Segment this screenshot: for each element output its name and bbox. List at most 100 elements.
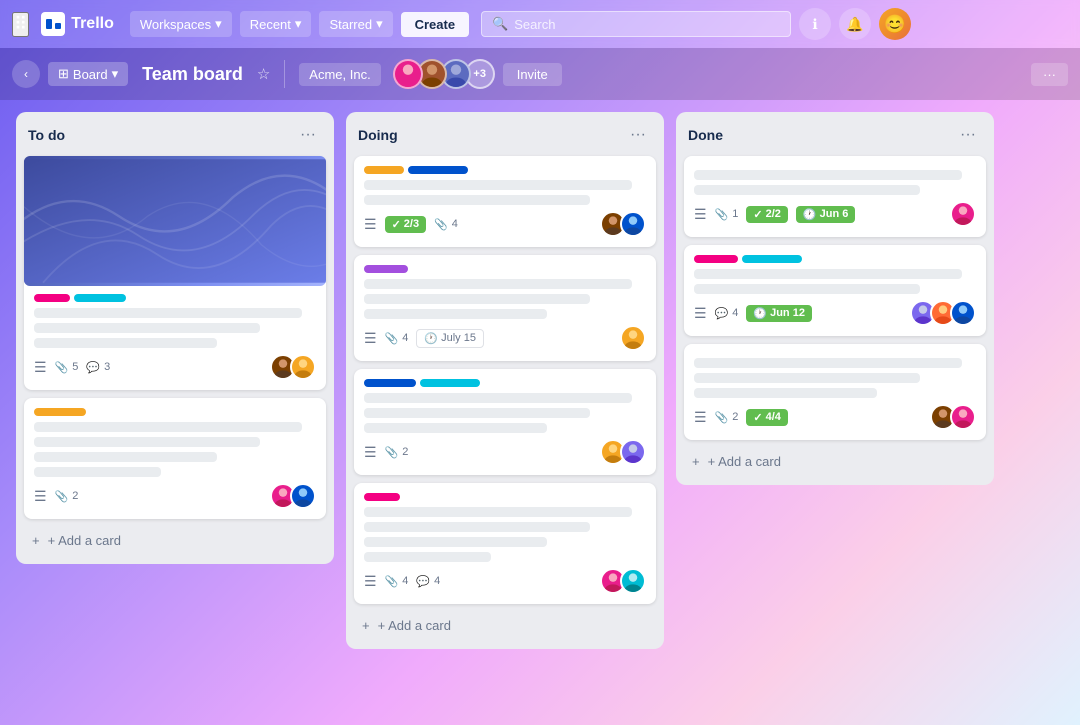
date-badge-green: 🕐Jun 12 — [746, 305, 812, 322]
card-done-3[interactable]: ☰ 📎2 ✓4/4 — [684, 344, 986, 440]
board-view-icon: ⊞ — [58, 66, 69, 82]
label-blue — [408, 166, 468, 174]
card-footer: ☰ 💬4 🕐Jun 12 — [694, 300, 976, 326]
comment-count: 💬3 — [86, 361, 110, 374]
card-todo-2[interactable]: ☰ 📎2 — [24, 398, 326, 519]
card-footer: ☰ 📎4 🕐July 15 — [364, 325, 646, 351]
card-done-1[interactable]: ☰ 📎1 ✓2/2 🕐Jun 6 — [684, 156, 986, 237]
invite-button[interactable]: Invite — [503, 63, 562, 86]
star-board-button[interactable]: ☆ — [257, 65, 270, 83]
column-todo: To do ··· — [16, 112, 334, 564]
card-text-line — [34, 437, 260, 447]
grid-menu-icon[interactable]: ⠿ — [12, 12, 29, 37]
add-card-button-done[interactable]: + + Add a card — [684, 448, 986, 475]
card-text-line — [694, 185, 920, 195]
card-avatars — [600, 211, 646, 237]
column-menu-doing[interactable]: ··· — [624, 124, 652, 146]
card-labels — [694, 255, 976, 263]
card-text-line — [34, 422, 302, 432]
label-yellow — [34, 408, 86, 416]
label-blue — [364, 379, 416, 387]
top-navigation: ⠿ Trello Workspaces ▾ Recent ▾ Starred ▾… — [0, 0, 1080, 48]
card-text-line — [364, 309, 547, 319]
workspaces-menu[interactable]: Workspaces ▾ — [130, 11, 232, 37]
card-avatar-3 — [950, 300, 976, 326]
recent-menu[interactable]: Recent ▾ — [240, 11, 312, 37]
card-text-line — [364, 408, 590, 418]
column-header-todo: To do ··· — [24, 122, 326, 148]
card-done-2[interactable]: ☰ 💬4 🕐Jun 12 — [684, 245, 986, 336]
card-footer: ☰ 📎2 ✓4/4 — [694, 404, 976, 430]
column-menu-done[interactable]: ··· — [954, 124, 982, 146]
search-input[interactable] — [514, 17, 780, 32]
card-todo-1[interactable]: ☰ 📎5 💬3 — [24, 156, 326, 390]
label-pink — [364, 493, 400, 501]
label-cyan — [74, 294, 126, 302]
card-avatars — [270, 354, 316, 380]
board-area: To do ··· — [0, 100, 1080, 725]
notification-icon[interactable]: 🔔 — [839, 8, 871, 40]
date-badge-green: 🕐Jun 6 — [796, 206, 855, 223]
card-text-line — [364, 195, 590, 205]
card-labels — [364, 265, 646, 273]
board-view-button[interactable]: ⊞ Board ▾ — [48, 62, 128, 86]
card-doing-4[interactable]: ☰ 📎4 💬4 — [354, 483, 656, 604]
card-text-line — [364, 180, 632, 190]
label-cyan — [420, 379, 480, 387]
date-badge: 🕐July 15 — [416, 329, 484, 348]
card-text-line — [34, 467, 161, 477]
card-avatar-2 — [620, 211, 646, 237]
label-pink — [694, 255, 738, 263]
menu-icon: ☰ — [364, 573, 377, 590]
workspace-chip[interactable]: Acme, Inc. — [299, 63, 380, 86]
card-avatars — [620, 325, 646, 351]
board-title: Team board — [142, 64, 243, 85]
card-labels — [364, 166, 646, 174]
add-card-button-doing[interactable]: + + Add a card — [354, 612, 656, 639]
board-subheader: ‹ ⊞ Board ▾ Team board ☆ Acme, Inc. +3 I… — [0, 48, 1080, 100]
card-avatar-2 — [290, 354, 316, 380]
member-avatars-group: +3 — [393, 59, 495, 89]
card-cover-image — [24, 156, 326, 286]
search-box[interactable]: 🔍 — [481, 11, 791, 37]
menu-icon: ☰ — [34, 488, 47, 505]
attachment-count: 📎4 — [434, 218, 458, 231]
checklist-badge: ✓4/4 — [746, 409, 788, 426]
card-avatar-1 — [620, 325, 646, 351]
card-doing-3[interactable]: ☰ 📎2 — [354, 369, 656, 475]
card-text-line — [694, 170, 962, 180]
user-avatar[interactable]: 😊 — [879, 8, 911, 40]
column-doing: Doing ··· ☰ ✓2/3 📎4 — [346, 112, 664, 649]
menu-icon: ☰ — [364, 330, 377, 347]
column-done: Done ··· ☰ 📎1 ✓2/2 🕐Jun 6 — [676, 112, 994, 485]
divider — [284, 60, 285, 88]
board-more-button[interactable]: ··· — [1031, 63, 1068, 86]
checklist-badge: ✓2/3 — [385, 216, 427, 233]
card-doing-1[interactable]: ☰ ✓2/3 📎4 — [354, 156, 656, 247]
card-footer: ☰ 📎4 💬4 — [364, 568, 646, 594]
card-avatar-2 — [620, 439, 646, 465]
card-text-line — [364, 537, 547, 547]
column-menu-todo[interactable]: ··· — [294, 124, 322, 146]
card-avatars — [600, 568, 646, 594]
info-icon[interactable]: ℹ — [799, 8, 831, 40]
card-text-line — [34, 338, 217, 348]
add-card-button-todo[interactable]: + + Add a card — [24, 527, 326, 554]
card-text-line — [694, 284, 920, 294]
column-title-done: Done — [688, 127, 723, 143]
card-text-line — [694, 358, 962, 368]
card-avatars — [270, 483, 316, 509]
menu-icon: ☰ — [694, 409, 707, 426]
card-text-line — [694, 269, 962, 279]
comment-count: 💬4 — [715, 307, 739, 320]
column-title-todo: To do — [28, 127, 65, 143]
card-doing-2[interactable]: ☰ 📎4 🕐July 15 — [354, 255, 656, 361]
card-avatar-2 — [290, 483, 316, 509]
starred-menu[interactable]: Starred ▾ — [319, 11, 392, 37]
member-avatar-1[interactable] — [393, 59, 423, 89]
attachment-count: 📎2 — [55, 490, 79, 503]
create-button[interactable]: Create — [401, 12, 469, 37]
collapse-sidebar-button[interactable]: ‹ — [12, 60, 40, 88]
attachment-count: 📎1 — [715, 208, 739, 221]
column-title-doing: Doing — [358, 127, 398, 143]
